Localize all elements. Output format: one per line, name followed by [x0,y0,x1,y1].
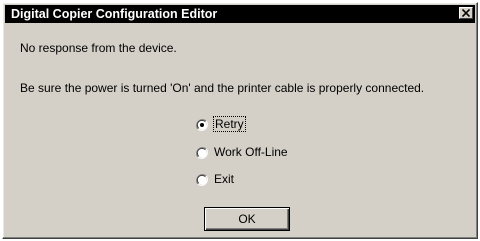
radio-retry[interactable]: Retry [196,116,246,132]
radio-label-retry[interactable]: Retry [213,116,246,132]
message-secondary: Be sure the power is turned 'On' and the… [20,81,425,95]
radio-label-exit[interactable]: Exit [214,172,234,186]
radio-exit[interactable]: Exit [196,171,234,187]
radio-work-offline[interactable]: Work Off-Line [196,144,288,160]
title-bar[interactable]: Digital Copier Configuration Editor [5,5,475,23]
ok-button[interactable]: OK [204,207,290,231]
radio-unselected-icon[interactable] [196,173,208,186]
radio-selected-icon[interactable] [196,118,208,131]
message-primary: No response from the device. [20,41,177,55]
radio-unselected-icon[interactable] [196,146,208,159]
close-button[interactable] [459,7,473,19]
radio-label-work-offline[interactable]: Work Off-Line [214,145,288,159]
close-icon [462,9,470,17]
dialog-title: Digital Copier Configuration Editor [11,7,218,21]
